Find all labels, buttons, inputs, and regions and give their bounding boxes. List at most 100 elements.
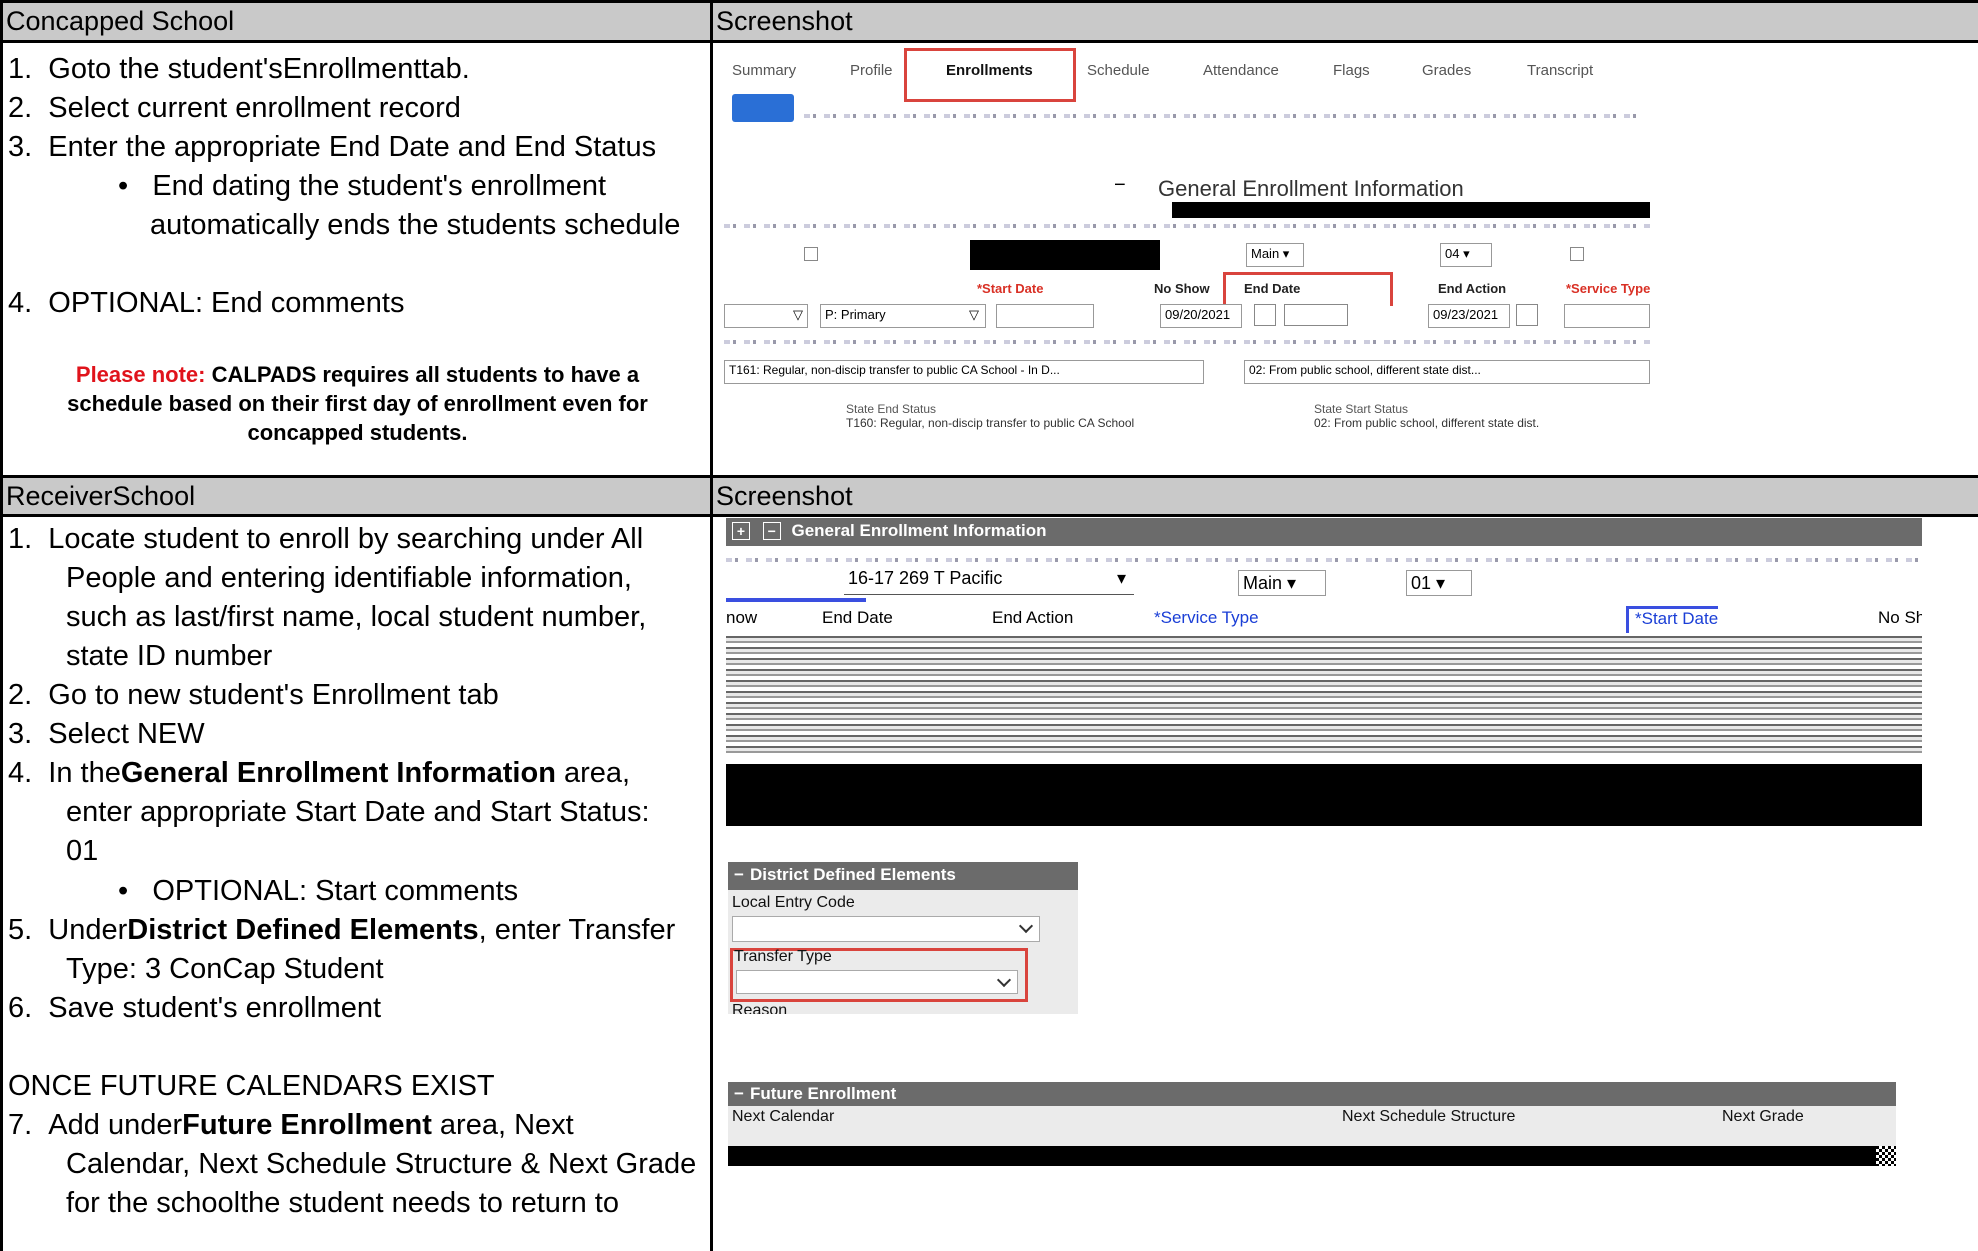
future-panel-title: Future Enrollment	[749, 1084, 897, 1103]
end-status-select[interactable]: T161: Regular, non-discip transfer to pu…	[724, 360, 1204, 384]
receiver-step-1: 1. Locate student to enroll by searching…	[8, 523, 644, 555]
end-date-highlight	[1223, 272, 1393, 306]
table-border-mid-3	[0, 514, 1978, 517]
tab-grades[interactable]: Grades	[1422, 62, 1471, 79]
grade-select-2[interactable]: 01 ▾	[1406, 570, 1472, 596]
toolbar-garbled-1	[804, 114, 1644, 118]
receiver-step-5-suffix: , enter Transfer	[478, 914, 676, 946]
screenshot-title-2: Screenshot	[716, 481, 853, 511]
toolbar-save-button[interactable]	[732, 94, 794, 122]
calendar-select[interactable]: Main ▾	[1246, 243, 1304, 267]
state-end-status-value: T160: Regular, non-discip transfer to pu…	[846, 416, 1135, 430]
receiver-school-header: ReceiverSchool	[3, 478, 710, 514]
next-grade-label: Next Grade	[1722, 1108, 1804, 1125]
redacted-bar-2	[726, 764, 1922, 826]
start-status-select[interactable]: 02: From public school, different state …	[1244, 360, 1650, 384]
transfer-type-label: Transfer Type	[734, 948, 832, 965]
redacted-student-field	[970, 240, 1160, 270]
receiver-step-5-line-2: Type: 3 ConCap Student	[66, 953, 384, 985]
tab-summary[interactable]: Summary	[732, 62, 796, 79]
concapped-step-3-bullet-cont: automatically ends the students schedule	[150, 209, 681, 241]
receiver-step-1-line-4: state ID number	[66, 640, 273, 672]
no-show-label: No Show	[1154, 281, 1210, 296]
receiver-step-5-bold: District Defined Elements	[127, 914, 479, 946]
tab-schedule[interactable]: Schedule	[1087, 62, 1150, 79]
tab-transcript[interactable]: Transcript	[1527, 62, 1593, 79]
receiver-step-4: 4. In theGeneral Enrollment Information …	[8, 754, 630, 793]
receiver-step-4-line-3: 01	[66, 835, 99, 867]
next-calendar-label: Next Calendar	[732, 1108, 835, 1125]
receiver-step-1-line-3: such as last/first name, local student n…	[66, 601, 647, 633]
local-entry-code-label: Local Entry Code	[732, 894, 855, 911]
section-garbled	[724, 224, 1650, 228]
grade-select[interactable]: 04 ▾	[1440, 243, 1492, 267]
col-service-type: *Service Type	[1154, 608, 1259, 627]
service-select[interactable]: P: Primary ▽	[820, 304, 986, 328]
state-start-status-value: 02: From public school, different state …	[1314, 416, 1540, 430]
transfer-type-select[interactable]	[736, 970, 1018, 994]
receiver-step-4-line-2: enter appropriate Start Date and Start S…	[66, 796, 650, 828]
expand-icon[interactable]: +	[732, 522, 750, 540]
schedule-select-2[interactable]: Main ▾	[1238, 570, 1326, 596]
concapped-step-3-bullet: • End dating the student's enrollment	[118, 170, 607, 202]
redacted-bar-3	[728, 1146, 1896, 1166]
table-border-center	[710, 0, 713, 1251]
end-date-input[interactable]	[1284, 304, 1348, 326]
local-entry-dropdown-icon	[1018, 918, 1034, 934]
screenshot-header-1: Screenshot	[713, 3, 1978, 40]
general-enrollment-title: General Enrollment Information	[1158, 176, 1464, 201]
checkbox-right[interactable]	[1570, 247, 1584, 261]
start-date-input[interactable]	[996, 304, 1094, 328]
receiver-step-5-prefix: 5. Under	[8, 914, 128, 946]
service-type-input[interactable]	[1564, 304, 1650, 328]
table-border-mid-1	[0, 40, 1978, 43]
concapped-school-title: Concapped School	[6, 6, 235, 36]
district-panel-title: District Defined Elements	[749, 865, 956, 884]
concapped-step-1: 1. Goto the student'sEnrollmenttab.	[8, 53, 470, 85]
panel2-garbled-1	[726, 558, 1922, 562]
tab-flags[interactable]: Flags	[1333, 62, 1370, 79]
receiver-step-4-suffix: area,	[555, 757, 631, 789]
calendar-picker-icon-2[interactable]	[1516, 304, 1538, 326]
tab-profile[interactable]: Profile	[850, 62, 893, 79]
future-calendars-heading: ONCE FUTURE CALENDARS EXIST	[8, 1070, 495, 1102]
local-entry-code-select[interactable]	[732, 916, 1040, 942]
calendar-field-2[interactable]: 16-17 269 T Pacific ▾	[844, 568, 1134, 595]
general-enrollment-panel-title: General Enrollment Information	[791, 521, 1047, 540]
calpads-note-line-2: schedule based on their first day of enr…	[67, 391, 648, 416]
calpads-note-line-3: concapped students.	[247, 420, 468, 445]
checkbox-left[interactable]	[804, 247, 818, 261]
receiver-step-3: 3. Select NEW	[8, 718, 205, 750]
general-enrollment-panel-header: + − General Enrollment Information	[726, 518, 1922, 546]
end-action-date-input[interactable]: 09/23/2021	[1428, 304, 1510, 328]
district-collapse-icon[interactable]: −	[734, 865, 744, 884]
no-show-date-input[interactable]: 09/20/2021	[1160, 304, 1242, 328]
receiver-step-7-line-3: for the schoolthe student needs to retur…	[66, 1187, 619, 1219]
redacted-bar-1	[1172, 202, 1650, 218]
calendar-picker-icon-1[interactable]	[1254, 304, 1276, 326]
calpads-note: Please note: CALPADS requires all studen…	[10, 360, 705, 447]
table-border-left	[0, 0, 3, 1251]
calendar-field-2-value: 16-17 269 T Pacific	[848, 568, 1003, 588]
concapped-school-header: Concapped School	[3, 3, 710, 40]
panel2-garbled-block	[726, 636, 1922, 756]
receiver-step-6: 6. Save student's enrollment	[8, 992, 382, 1024]
status-garbled	[724, 340, 1650, 344]
section-collapse-icon[interactable]: −	[1114, 174, 1126, 197]
future-panel-body	[728, 1106, 1896, 1146]
left-dropdown[interactable]: ▽	[724, 304, 808, 328]
service-dropdown-icon: ▽	[969, 307, 979, 322]
calpads-note-text-1: CALPADS requires all students to have a	[205, 362, 640, 387]
future-enrollment-panel: − Future Enrollment Next Calendar Next Sc…	[728, 1082, 1896, 1170]
collapse-icon[interactable]: −	[762, 522, 781, 540]
concapped-step-3: 3. Enter the appropriate End Date and En…	[8, 131, 657, 163]
future-collapse-icon[interactable]: −	[734, 1084, 744, 1103]
state-start-status-label: State Start Status	[1314, 402, 1409, 416]
end-action-label: End Action	[1438, 281, 1507, 296]
service-type-label: *Service Type	[1566, 281, 1650, 296]
receiver-step-7: 7. Add underFuture Enrollment area, Next	[8, 1106, 574, 1145]
tab-attendance[interactable]: Attendance	[1203, 62, 1279, 79]
receiver-step-4-bullet: • OPTIONAL: Start comments	[118, 875, 519, 907]
col-start-date: *Start Date	[1626, 606, 1719, 633]
district-panel-header: − District Defined Elements	[728, 862, 1078, 890]
